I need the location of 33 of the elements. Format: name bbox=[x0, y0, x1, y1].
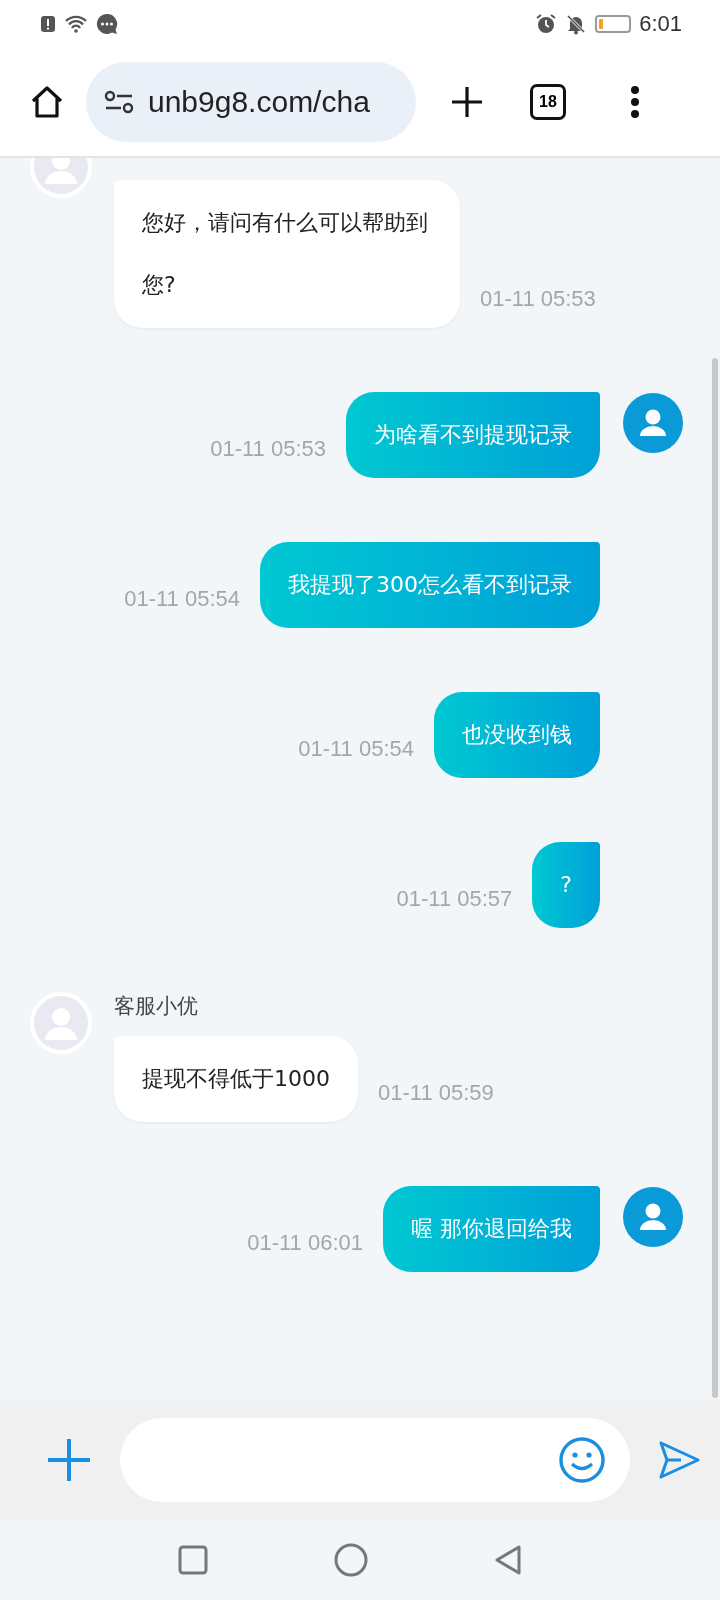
alarm-icon bbox=[535, 13, 558, 35]
message-time: 01-11 05:57 bbox=[396, 886, 513, 912]
message-time: 01-11 05:54 bbox=[124, 586, 240, 612]
send-icon[interactable] bbox=[658, 1440, 700, 1480]
message-bubble: 喔 那你退回给我 bbox=[383, 1186, 600, 1272]
alert-icon bbox=[40, 15, 56, 33]
emoji-icon[interactable] bbox=[558, 1436, 606, 1484]
clock-time: 6:01 bbox=[639, 11, 682, 37]
tab-count-button[interactable]: 18 bbox=[530, 84, 566, 120]
sender-name: 客服小优 bbox=[114, 993, 199, 1016]
new-tab-icon[interactable] bbox=[450, 85, 484, 119]
message-bubble: 提现不得低于1000 bbox=[114, 1036, 358, 1122]
battery-icon bbox=[595, 15, 632, 33]
back-icon[interactable] bbox=[494, 1544, 522, 1576]
recents-icon[interactable] bbox=[178, 1545, 208, 1575]
message-icon bbox=[96, 13, 118, 35]
menu-icon[interactable] bbox=[630, 85, 640, 119]
plus-icon[interactable] bbox=[46, 1437, 92, 1483]
home-circle-icon[interactable] bbox=[334, 1543, 368, 1577]
message-time: 01-11 05:53 bbox=[210, 436, 326, 462]
message-time: 01-11 06:01 bbox=[247, 1230, 363, 1256]
address-bar[interactable]: unb9g8.com/cha bbox=[86, 62, 416, 142]
message-bubble: 我提现了300怎么看不到记录 bbox=[260, 542, 600, 628]
message-bubble: 也没收到钱 bbox=[434, 692, 600, 778]
muted-bell-icon bbox=[565, 13, 588, 35]
message-bubble: 您好，请问有什么可以帮助到您? bbox=[114, 180, 460, 328]
wifi-icon bbox=[64, 15, 88, 33]
message-time: 01-11 05:59 bbox=[378, 1080, 494, 1106]
message-bubble: ? bbox=[532, 842, 600, 928]
site-settings-icon[interactable] bbox=[104, 90, 134, 114]
message-bubble: 为啥看不到提现记录 bbox=[346, 392, 600, 478]
message-time: 01-11 05:53 bbox=[480, 286, 596, 312]
message-time: 01-11 05:54 bbox=[298, 736, 414, 762]
